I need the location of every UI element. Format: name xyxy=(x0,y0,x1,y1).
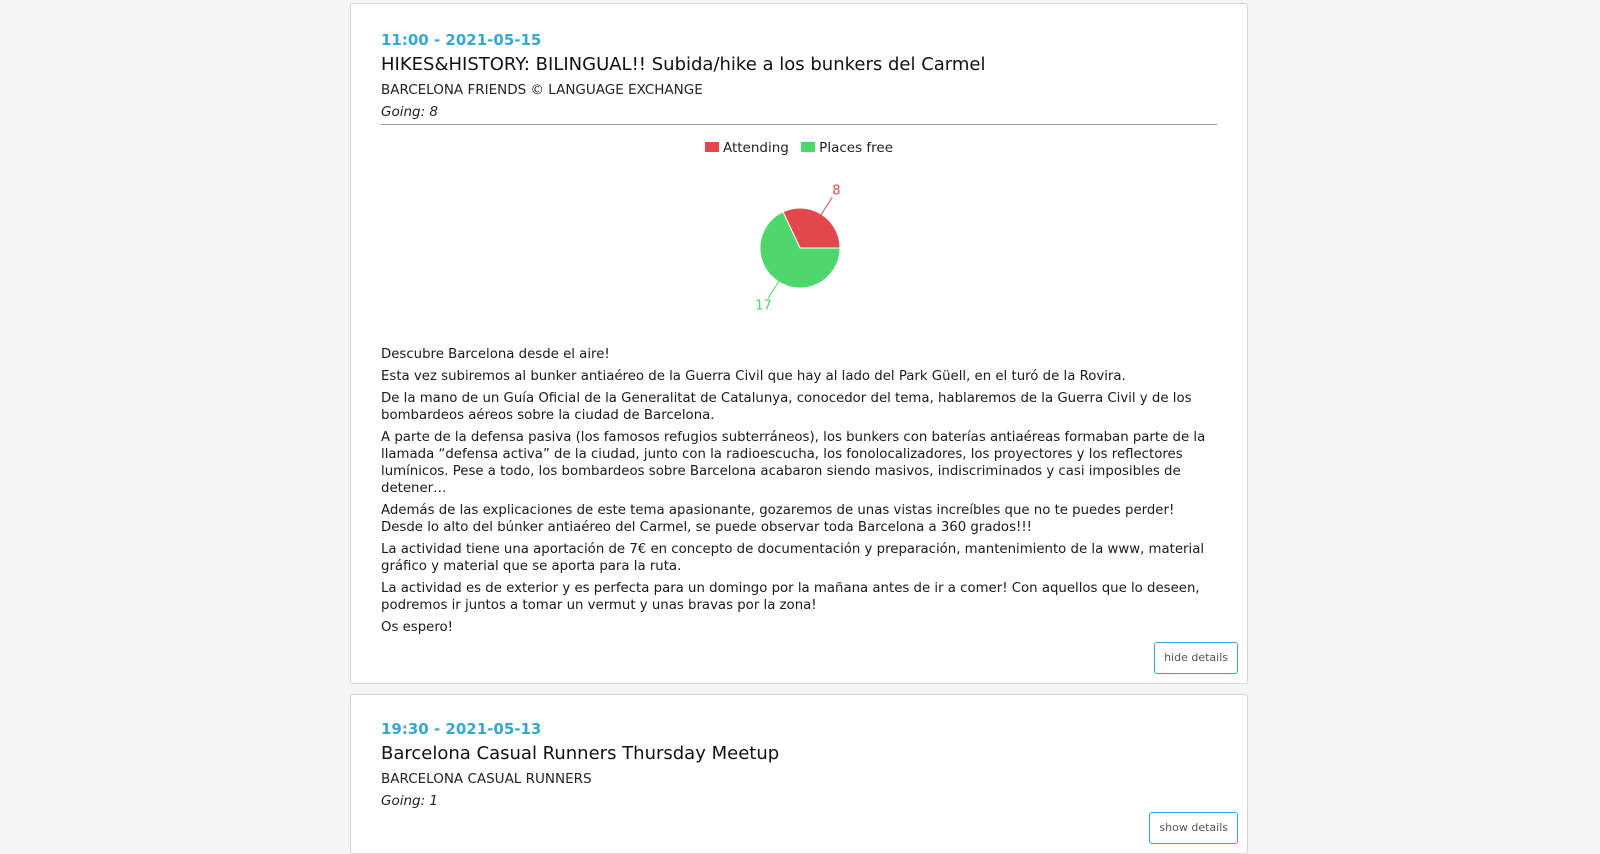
event-time: 11:00 - 2021-05-15 xyxy=(381,31,542,49)
legend-swatch-attending xyxy=(704,142,719,152)
legend-label-places-free: Places free xyxy=(819,140,894,156)
pie-leader-attending xyxy=(819,197,833,217)
pie-label-places-free: 17 xyxy=(755,298,772,313)
event-card: 19:30 - 2021-05-13 Barcelona Casual Runn… xyxy=(350,694,1248,854)
pie-label-attending: 8 xyxy=(832,184,840,199)
description-paragraph: Además de las explicaciones de este tema… xyxy=(381,503,1175,535)
hide-details-button[interactable]: hide details xyxy=(1154,642,1238,674)
event-time: 19:30 - 2021-05-13 xyxy=(381,720,542,738)
event-header: 11:00 - 2021-05-15 HIKES&HISTORY: BILING… xyxy=(381,30,1217,122)
legend-item-attending[interactable]: Attending xyxy=(704,139,789,157)
description-paragraph: La actividad tiene una aportación de 7€ … xyxy=(381,542,1205,574)
event-going-count: Going: 1 xyxy=(381,793,439,809)
description-paragraph: Os espero! xyxy=(381,620,453,635)
attendance-pie-chart: 8 17 xyxy=(351,164,1247,324)
pie-leader-places-free xyxy=(767,279,781,299)
event-title[interactable]: HIKES&HISTORY: BILINGUAL!! Subida/hike a… xyxy=(381,52,1217,78)
description-paragraph: A parte de la defensa pasiva (los famoso… xyxy=(381,430,1206,496)
description-paragraph: Descubre Barcelona desde el aire! xyxy=(381,347,610,362)
divider xyxy=(381,124,1217,125)
legend-label-attending: Attending xyxy=(722,140,789,156)
event-header: 19:30 - 2021-05-13 Barcelona Casual Runn… xyxy=(381,719,1217,811)
description-paragraph: Esta vez subiremos al bunker antiaéreo d… xyxy=(381,369,1126,384)
legend-swatch-places-free xyxy=(801,142,816,152)
event-group: BARCELONA FRIENDS © LANGUAGE EXCHANGE xyxy=(381,82,703,98)
event-title[interactable]: Barcelona Casual Runners Thursday Meetup xyxy=(381,741,1217,767)
description-paragraph: La actividad es de exterior y es perfect… xyxy=(381,581,1200,613)
pie-chart-svg: 8 17 xyxy=(755,184,840,314)
event-description: Descubre Barcelona desde el aire! Esta ve… xyxy=(381,346,1217,641)
legend-item-places-free[interactable]: Places free xyxy=(801,139,893,157)
description-paragraph: De la mano de un Guía Oficial de la Gene… xyxy=(381,391,1192,423)
event-going-count: Going: 8 xyxy=(381,104,439,120)
event-card: 11:00 - 2021-05-15 HIKES&HISTORY: BILING… xyxy=(350,3,1248,684)
event-group: BARCELONA CASUAL RUNNERS xyxy=(381,771,592,787)
show-details-button[interactable]: show details xyxy=(1149,812,1238,844)
chart-legend: Attending Places free xyxy=(351,139,1247,157)
